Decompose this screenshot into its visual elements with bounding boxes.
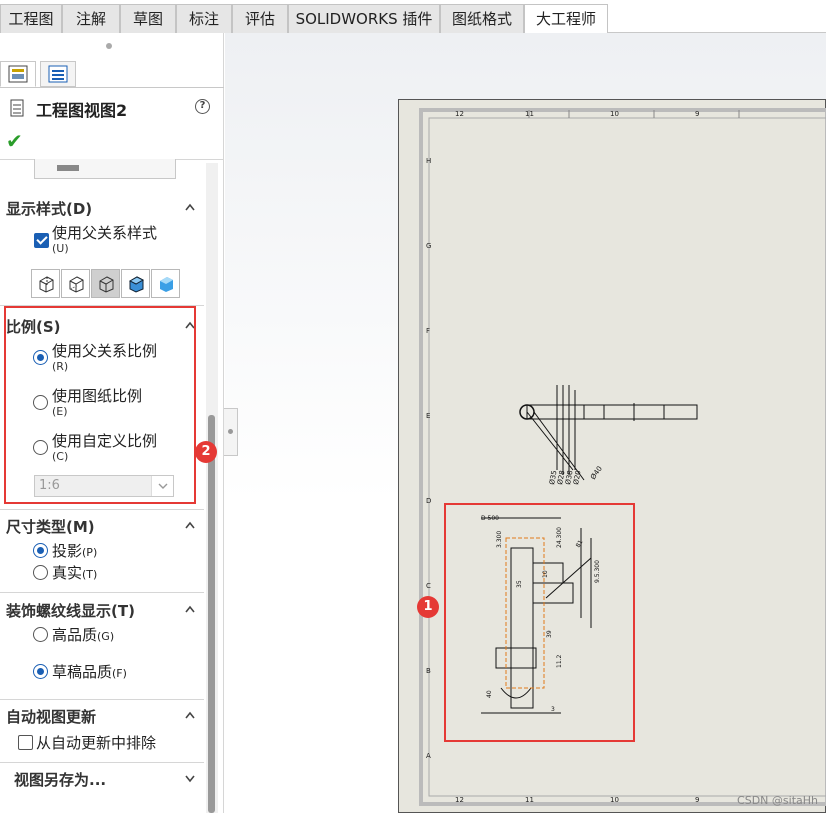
hidden-lines-removed-icon — [99, 275, 113, 293]
tab-feature-tree[interactable] — [40, 61, 76, 87]
sheet-zone-number: 9 — [695, 796, 700, 804]
command-manager-tabs: 工程图 注解 草图 标注 评估 SOLIDWORKS 插件 图纸格式 大工程师 — [0, 0, 826, 34]
sheet-zone-number: 11 — [525, 110, 534, 118]
feature-list-icon — [48, 65, 68, 83]
thread-radio-high-quality[interactable] — [33, 627, 48, 642]
chevron-down-icon[interactable] — [184, 772, 196, 784]
sheet-zone-letter: D — [426, 497, 432, 505]
panel-tab-divider — [0, 87, 224, 88]
sheet-zone-number: 12 — [455, 110, 464, 118]
dim-type-key: (T) — [82, 568, 98, 581]
sheet-zone-number: 12 — [455, 796, 464, 804]
divider — [0, 509, 204, 510]
dim-type-label: 投影 — [52, 542, 83, 560]
drawing-view-top[interactable] — [509, 380, 729, 490]
tab-drawing[interactable]: 工程图 — [0, 4, 62, 33]
scroll-overflow-widget — [34, 159, 176, 179]
tab-annotation[interactable]: 注解 — [62, 4, 120, 33]
section-title-display-style[interactable]: 显示样式(D) — [6, 198, 92, 219]
page-title: 工程图视图2 — [36, 101, 128, 120]
sheet-zone-letter: A — [426, 752, 431, 760]
chevron-up-icon[interactable] — [184, 201, 196, 213]
sheet-zone-letter: C — [426, 582, 431, 590]
panel-grip[interactable] — [106, 43, 112, 49]
top-view-dimensions: Ø35 Ø28 Ø38 Ø20 Ø40 — [549, 465, 604, 486]
sheet-zone-number: 11 — [525, 796, 534, 804]
thread-label: 草稿品质 — [52, 663, 113, 681]
exclude-auto-update-label: 从自动更新中排除 — [36, 734, 157, 752]
section-title-save-view-as[interactable]: 视图另存为... — [14, 769, 106, 790]
tab-markup[interactable]: 标注 — [176, 4, 232, 33]
thread-key: (G) — [97, 630, 115, 643]
dim-type-radio-true[interactable] — [33, 565, 48, 580]
annotation-badge-1: 1 — [417, 596, 439, 618]
tab-sheet-format[interactable]: 图纸格式 — [440, 4, 524, 33]
sheet-zone-letter: F — [426, 327, 431, 335]
dim-type-key: (P) — [82, 546, 98, 559]
sheet-zone-number: 9 — [695, 110, 700, 118]
use-parent-style-key: (U) — [52, 242, 69, 255]
dim-type-option-projected: 投影(P) — [52, 540, 97, 561]
sheet-zone-letter: E — [426, 412, 431, 420]
wireframe-button[interactable] — [31, 269, 60, 298]
sheet-zone-letter: H — [426, 157, 432, 165]
thread-option-high-quality: 高品质(G) — [52, 624, 114, 645]
tab-property-manager[interactable] — [0, 61, 36, 87]
help-icon[interactable]: ? — [195, 99, 210, 114]
shaded-button[interactable] — [151, 269, 180, 298]
dimension-label: Ø20 — [572, 470, 582, 486]
shaded-icon — [159, 276, 173, 292]
shaded-with-edges-button[interactable] — [121, 269, 150, 298]
panel-header: 工程图视图2 ? — [0, 93, 224, 123]
dim-type-radio-projected[interactable] — [33, 543, 48, 558]
use-parent-style-text: 使用父关系样式 — [52, 224, 158, 242]
tab-dagongchengshi[interactable]: 大工程师 — [524, 4, 608, 34]
sheet-zone-letter: G — [426, 242, 432, 250]
section-title-cosmetic-thread[interactable]: 装饰螺纹线显示(T) — [6, 600, 135, 621]
hidden-lines-removed-button[interactable] — [91, 269, 120, 298]
scrollbar-thumb[interactable] — [208, 415, 215, 813]
divider — [0, 699, 204, 700]
panel-splitter[interactable] — [224, 408, 238, 456]
exclude-auto-update-checkbox[interactable] — [18, 735, 33, 750]
use-parent-style-checkbox[interactable] — [34, 233, 49, 248]
divider — [0, 592, 204, 593]
wireframe-icon — [39, 275, 53, 293]
tab-evaluate[interactable]: 评估 — [232, 4, 288, 33]
tab-solidworks-addins[interactable]: SOLIDWORKS 插件 — [288, 4, 440, 33]
drawing-view-icon — [10, 99, 24, 117]
annotation-badge-2: 2 — [195, 441, 217, 463]
use-parent-style-label: 使用父关系样式 (U) — [52, 222, 157, 255]
dim-type-option-true: 真实(T) — [52, 562, 97, 583]
property-manager-icon — [8, 65, 28, 83]
section-title-dimension-type[interactable]: 尺寸类型(M) — [6, 516, 95, 537]
hidden-lines-visible-icon — [69, 275, 83, 293]
chevron-up-icon[interactable] — [184, 603, 196, 615]
highlight-box-view — [444, 503, 635, 742]
dimension-label: Ø40 — [589, 465, 604, 481]
chevron-up-icon[interactable] — [184, 709, 196, 721]
thread-label: 高品质 — [52, 626, 98, 644]
sheet-zone-number: 10 — [610, 796, 619, 804]
sheet-zone-number: 10 — [610, 110, 619, 118]
highlight-box-scale — [4, 306, 196, 504]
thread-radio-draft[interactable] — [33, 664, 48, 679]
chevron-up-icon[interactable] — [184, 519, 196, 531]
hidden-lines-visible-button[interactable] — [61, 269, 90, 298]
thread-key: (F) — [112, 667, 127, 680]
watermark: CSDN @sitaHh — [737, 794, 818, 807]
dim-type-label: 真实 — [52, 564, 83, 582]
shaded-with-edges-icon — [128, 275, 144, 293]
tab-sketch[interactable]: 草图 — [120, 4, 176, 33]
thread-option-draft: 草稿品质(F) — [52, 661, 127, 682]
ok-check-icon[interactable]: ✔ — [6, 129, 23, 153]
sheet-zone-letter: B — [426, 667, 431, 675]
section-title-auto-update[interactable]: 自动视图更新 — [6, 706, 96, 727]
divider — [0, 762, 204, 763]
